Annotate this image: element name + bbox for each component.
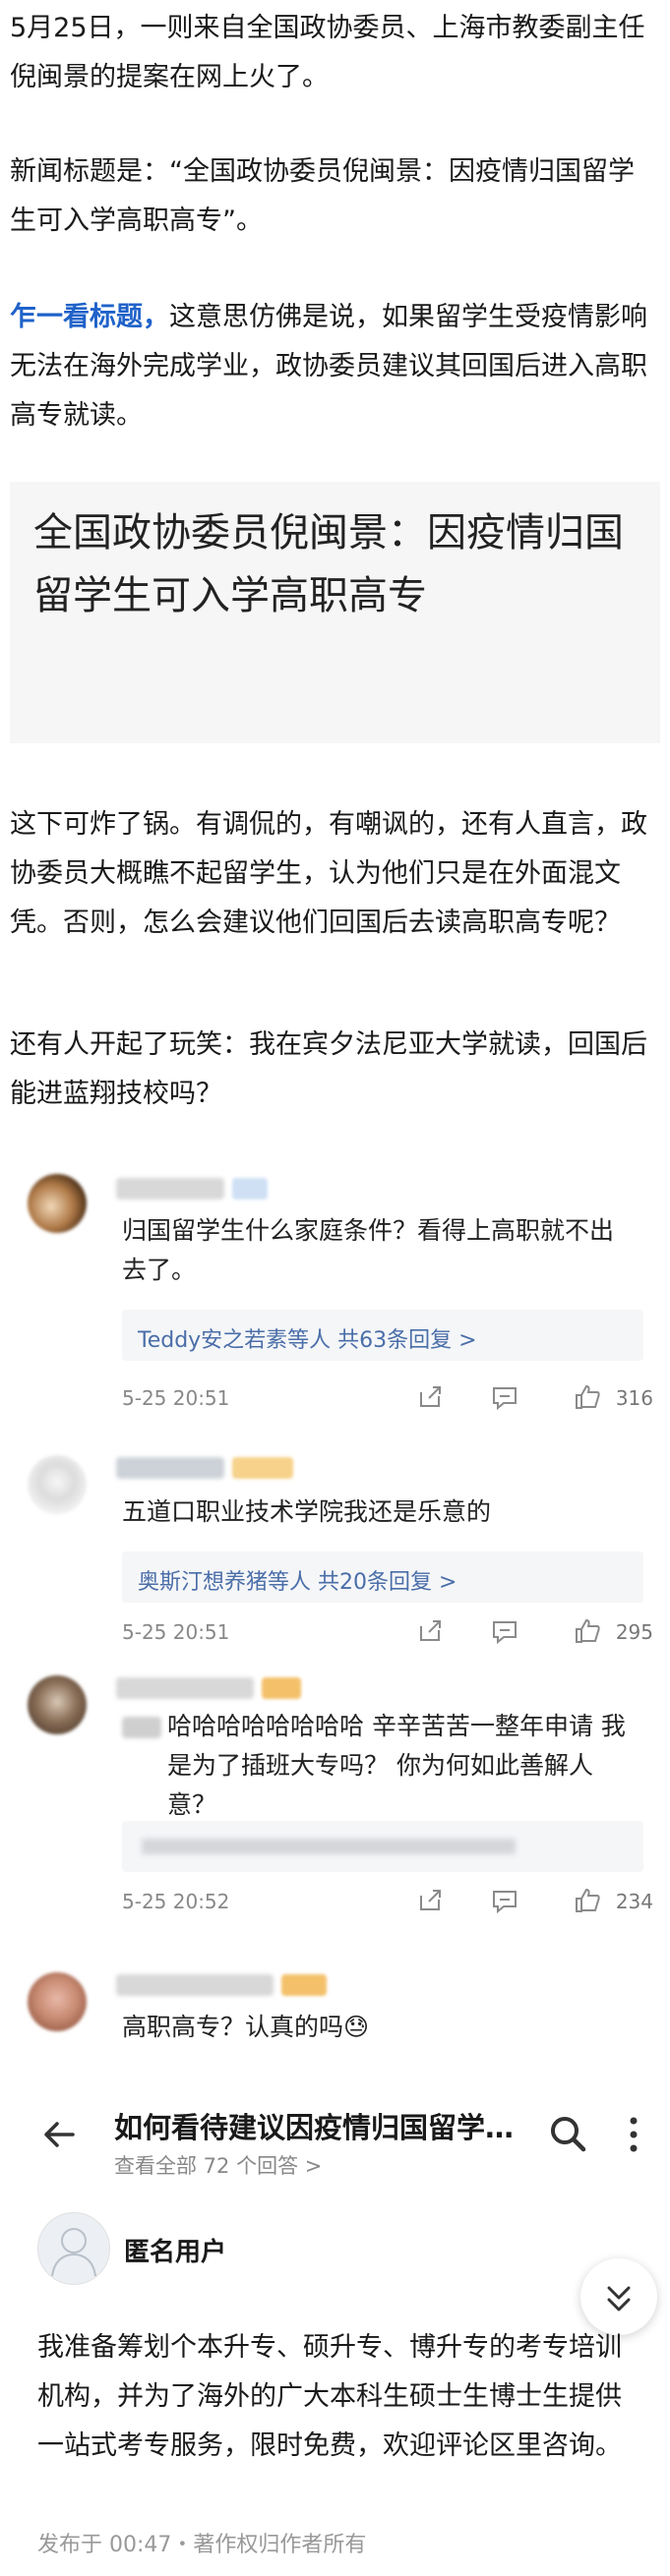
comments-screenshot: 归国留学生什么家庭条件？看得上高职就不出去了。 Teddy安之若素等人 共63条… [18, 1131, 652, 2084]
comment-time: 5-25 20:51 [122, 1386, 230, 1410]
avatar[interactable] [28, 1174, 87, 1233]
answer-body: 我准备筹划个本升专、硕升专、博升专的考专培训机构，并为了海外的广大本科生硕士生博… [37, 2332, 622, 2461]
headline-quote-box: 全国政协委员倪闽景：因疫情归国留学生可入学高职高专 [10, 482, 660, 743]
blurred-badge [281, 1974, 327, 1996]
more-icon[interactable] [626, 2113, 641, 2156]
blurred-badge [232, 1178, 268, 1200]
question-title[interactable]: 如何看待建议因疫情归国留学… [114, 2105, 514, 2146]
blurred-username [116, 1677, 254, 1699]
back-arrow-icon[interactable] [39, 2115, 79, 2154]
comment-icon[interactable] [490, 1616, 519, 1646]
answer-footer: 发布于 00:47・著作权归作者所有 [37, 2533, 367, 2557]
comment-text: 归国留学生什么家庭条件？看得上高职就不出去了。 [122, 1216, 615, 1284]
blurred-username [116, 1974, 274, 1996]
share-icon[interactable] [415, 1886, 445, 1915]
blurred-text [122, 1717, 161, 1738]
replies-link[interactable]: Teddy安之若素等人 共63条回复 > [122, 1310, 643, 1361]
comment-time: 5-25 20:52 [122, 1890, 230, 1913]
thumbs-up-icon[interactable] [573, 1616, 602, 1646]
highlight-text: 乍一看标题， [10, 302, 169, 332]
article-paragraph-2: 新闻标题是：“全国政协委员倪闽景：因疫情归国留学生可入学高职高专”。 [10, 156, 635, 236]
like-count: 234 [615, 1890, 652, 1913]
replies-link[interactable] [122, 1821, 643, 1872]
share-icon[interactable] [415, 1382, 445, 1412]
like-count: 316 [615, 1386, 652, 1410]
thumbs-up-icon[interactable] [573, 1886, 602, 1915]
blurred-username [116, 1457, 224, 1479]
thumbs-up-icon[interactable] [573, 1382, 602, 1412]
comment-icon[interactable] [490, 1382, 519, 1412]
search-icon[interactable] [547, 2113, 588, 2154]
replies-text: 奥斯汀想养猪等人 共20条回复 > [138, 1570, 457, 1595]
blurred-badge [262, 1677, 301, 1699]
article-paragraph-4: 这下可炸了锅。有调侃的，有嘲讽的，还有人直言，政协委员大概瞧不起留学生，认为他们… [10, 809, 647, 938]
share-icon[interactable] [415, 1616, 445, 1646]
avatar[interactable] [28, 1972, 87, 2031]
article-paragraph-5: 还有人开起了玩笑：我在宾夕法尼亚大学就读，回国后能进蓝翔技校吗？ [10, 1029, 647, 1109]
article-paragraph-1: 5月25日，一则来自全国政协委员、上海市教委副主任倪闽景的提案在网上火了。 [10, 13, 645, 92]
avatar[interactable] [28, 1675, 87, 1734]
anonymous-user-name: 匿名用户 [124, 2238, 227, 2267]
blurred-replies [142, 1839, 516, 1854]
comment-meta: 5-25 20:52 234 [122, 1886, 652, 1917]
blurred-username [116, 1178, 224, 1200]
view-all-answers-link[interactable]: 查看全部 72 个回答 > [114, 2150, 322, 2180]
comment-meta: 5-25 20:51 295 [122, 1616, 652, 1648]
anonymous-avatar-icon[interactable] [37, 2212, 110, 2285]
comment-icon[interactable] [490, 1886, 519, 1915]
zhihu-answer-screenshot: 如何看待建议因疫情归国留学… 查看全部 72 个回答 > 匿名用户 我准备筹划个… [0, 2089, 670, 2576]
comment-text: 哈哈哈哈哈哈哈哈 辛辛苦苦一整年申请 我是为了插班大专吗？ 你为何如此善解人意？ [167, 1707, 634, 1825]
headline-quote: 全国政协委员倪闽景：因疫情归国留学生可入学高职高专 [33, 510, 624, 618]
comment-text: 五道口职业技术学院我还是乐意的 [122, 1497, 492, 1526]
comment-text-content: 哈哈哈哈哈哈哈哈 辛辛苦苦一整年申请 我是为了插班大专吗？ 你为何如此善解人意？ [167, 1712, 626, 1819]
replies-text: Teddy安之若素等人 共63条回复 > [138, 1328, 477, 1353]
article-paragraph-3: 乍一看标题，这意思仿佛是说，如果留学生受疫情影响无法在海外完成学业，政协委员建议… [10, 293, 659, 440]
blurred-badge [232, 1457, 293, 1479]
comment-time: 5-25 20:51 [122, 1620, 230, 1644]
avatar[interactable] [28, 1455, 87, 1514]
replies-link[interactable]: 奥斯汀想养猪等人 共20条回复 > [122, 1551, 643, 1603]
comment-meta: 5-25 20:51 316 [122, 1382, 652, 1414]
like-count: 295 [615, 1620, 652, 1644]
comment-text: 高职高专？认真的吗😓 [122, 2013, 370, 2041]
